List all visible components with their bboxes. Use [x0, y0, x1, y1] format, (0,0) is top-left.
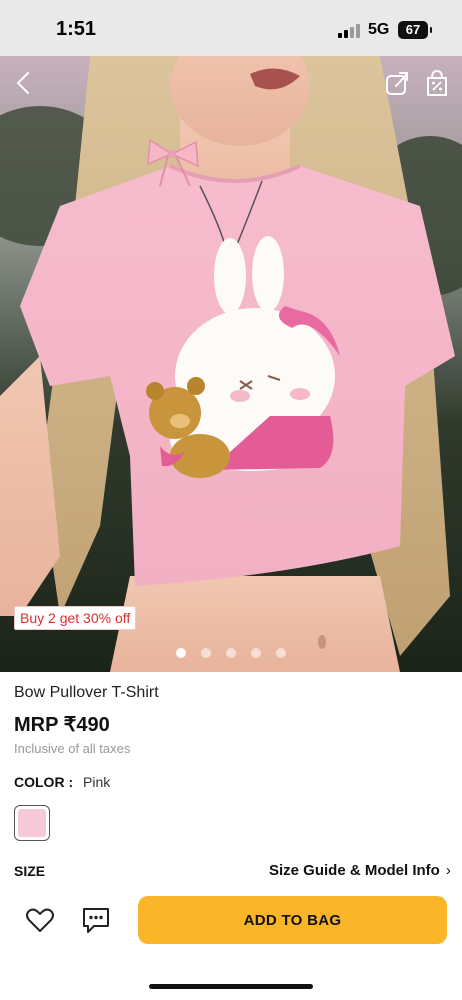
carousel-dot[interactable] [176, 648, 186, 658]
back-arrow-icon [16, 72, 29, 94]
home-indicator[interactable] [149, 984, 313, 989]
color-value: Pink [83, 774, 111, 790]
color-label: COLOR : [14, 774, 74, 790]
signal-icon [338, 24, 362, 38]
product-price: MRP ₹490 [14, 714, 110, 736]
chat-icon [83, 908, 109, 933]
chevron-right-icon: › [445, 862, 451, 879]
color-row: COLOR : Pink [14, 774, 110, 790]
tax-note: Inclusive of all taxes [14, 741, 131, 756]
network-type: 5G [368, 21, 390, 38]
product-title: Bow Pullover T-Shirt [14, 684, 159, 701]
size-guide-link[interactable]: Size Guide & Model Info › [269, 862, 451, 879]
share-button[interactable] [382, 68, 412, 98]
promo-badge: Buy 2 get 30% off [14, 606, 137, 630]
size-label: SIZE [14, 863, 46, 879]
chat-button[interactable] [80, 904, 112, 936]
share-icon [386, 72, 408, 95]
color-swatch-pink[interactable] [14, 805, 50, 841]
carousel-dot[interactable] [251, 648, 261, 658]
product-image-carousel[interactable]: Buy 2 get 30% off [0, 56, 462, 672]
swatch-fill [18, 809, 46, 837]
heart-icon [26, 908, 54, 932]
carousel-dot[interactable] [276, 648, 286, 658]
size-guide-label: Size Guide & Model Info [269, 862, 440, 879]
bag-button[interactable] [422, 68, 452, 98]
wishlist-button[interactable] [24, 904, 56, 936]
carousel-dots[interactable] [0, 648, 462, 658]
back-button[interactable] [8, 68, 38, 98]
carousel-dot[interactable] [226, 648, 236, 658]
add-to-bag-button[interactable]: ADD TO BAG [138, 896, 447, 944]
product-photo [0, 56, 462, 672]
carousel-dot[interactable] [201, 648, 211, 658]
status-time: 1:51 [56, 18, 97, 40]
battery-icon: 67 [398, 21, 432, 39]
status-bar: 1:51 5G 67 [0, 0, 462, 56]
shopping-bag-icon [427, 69, 447, 96]
